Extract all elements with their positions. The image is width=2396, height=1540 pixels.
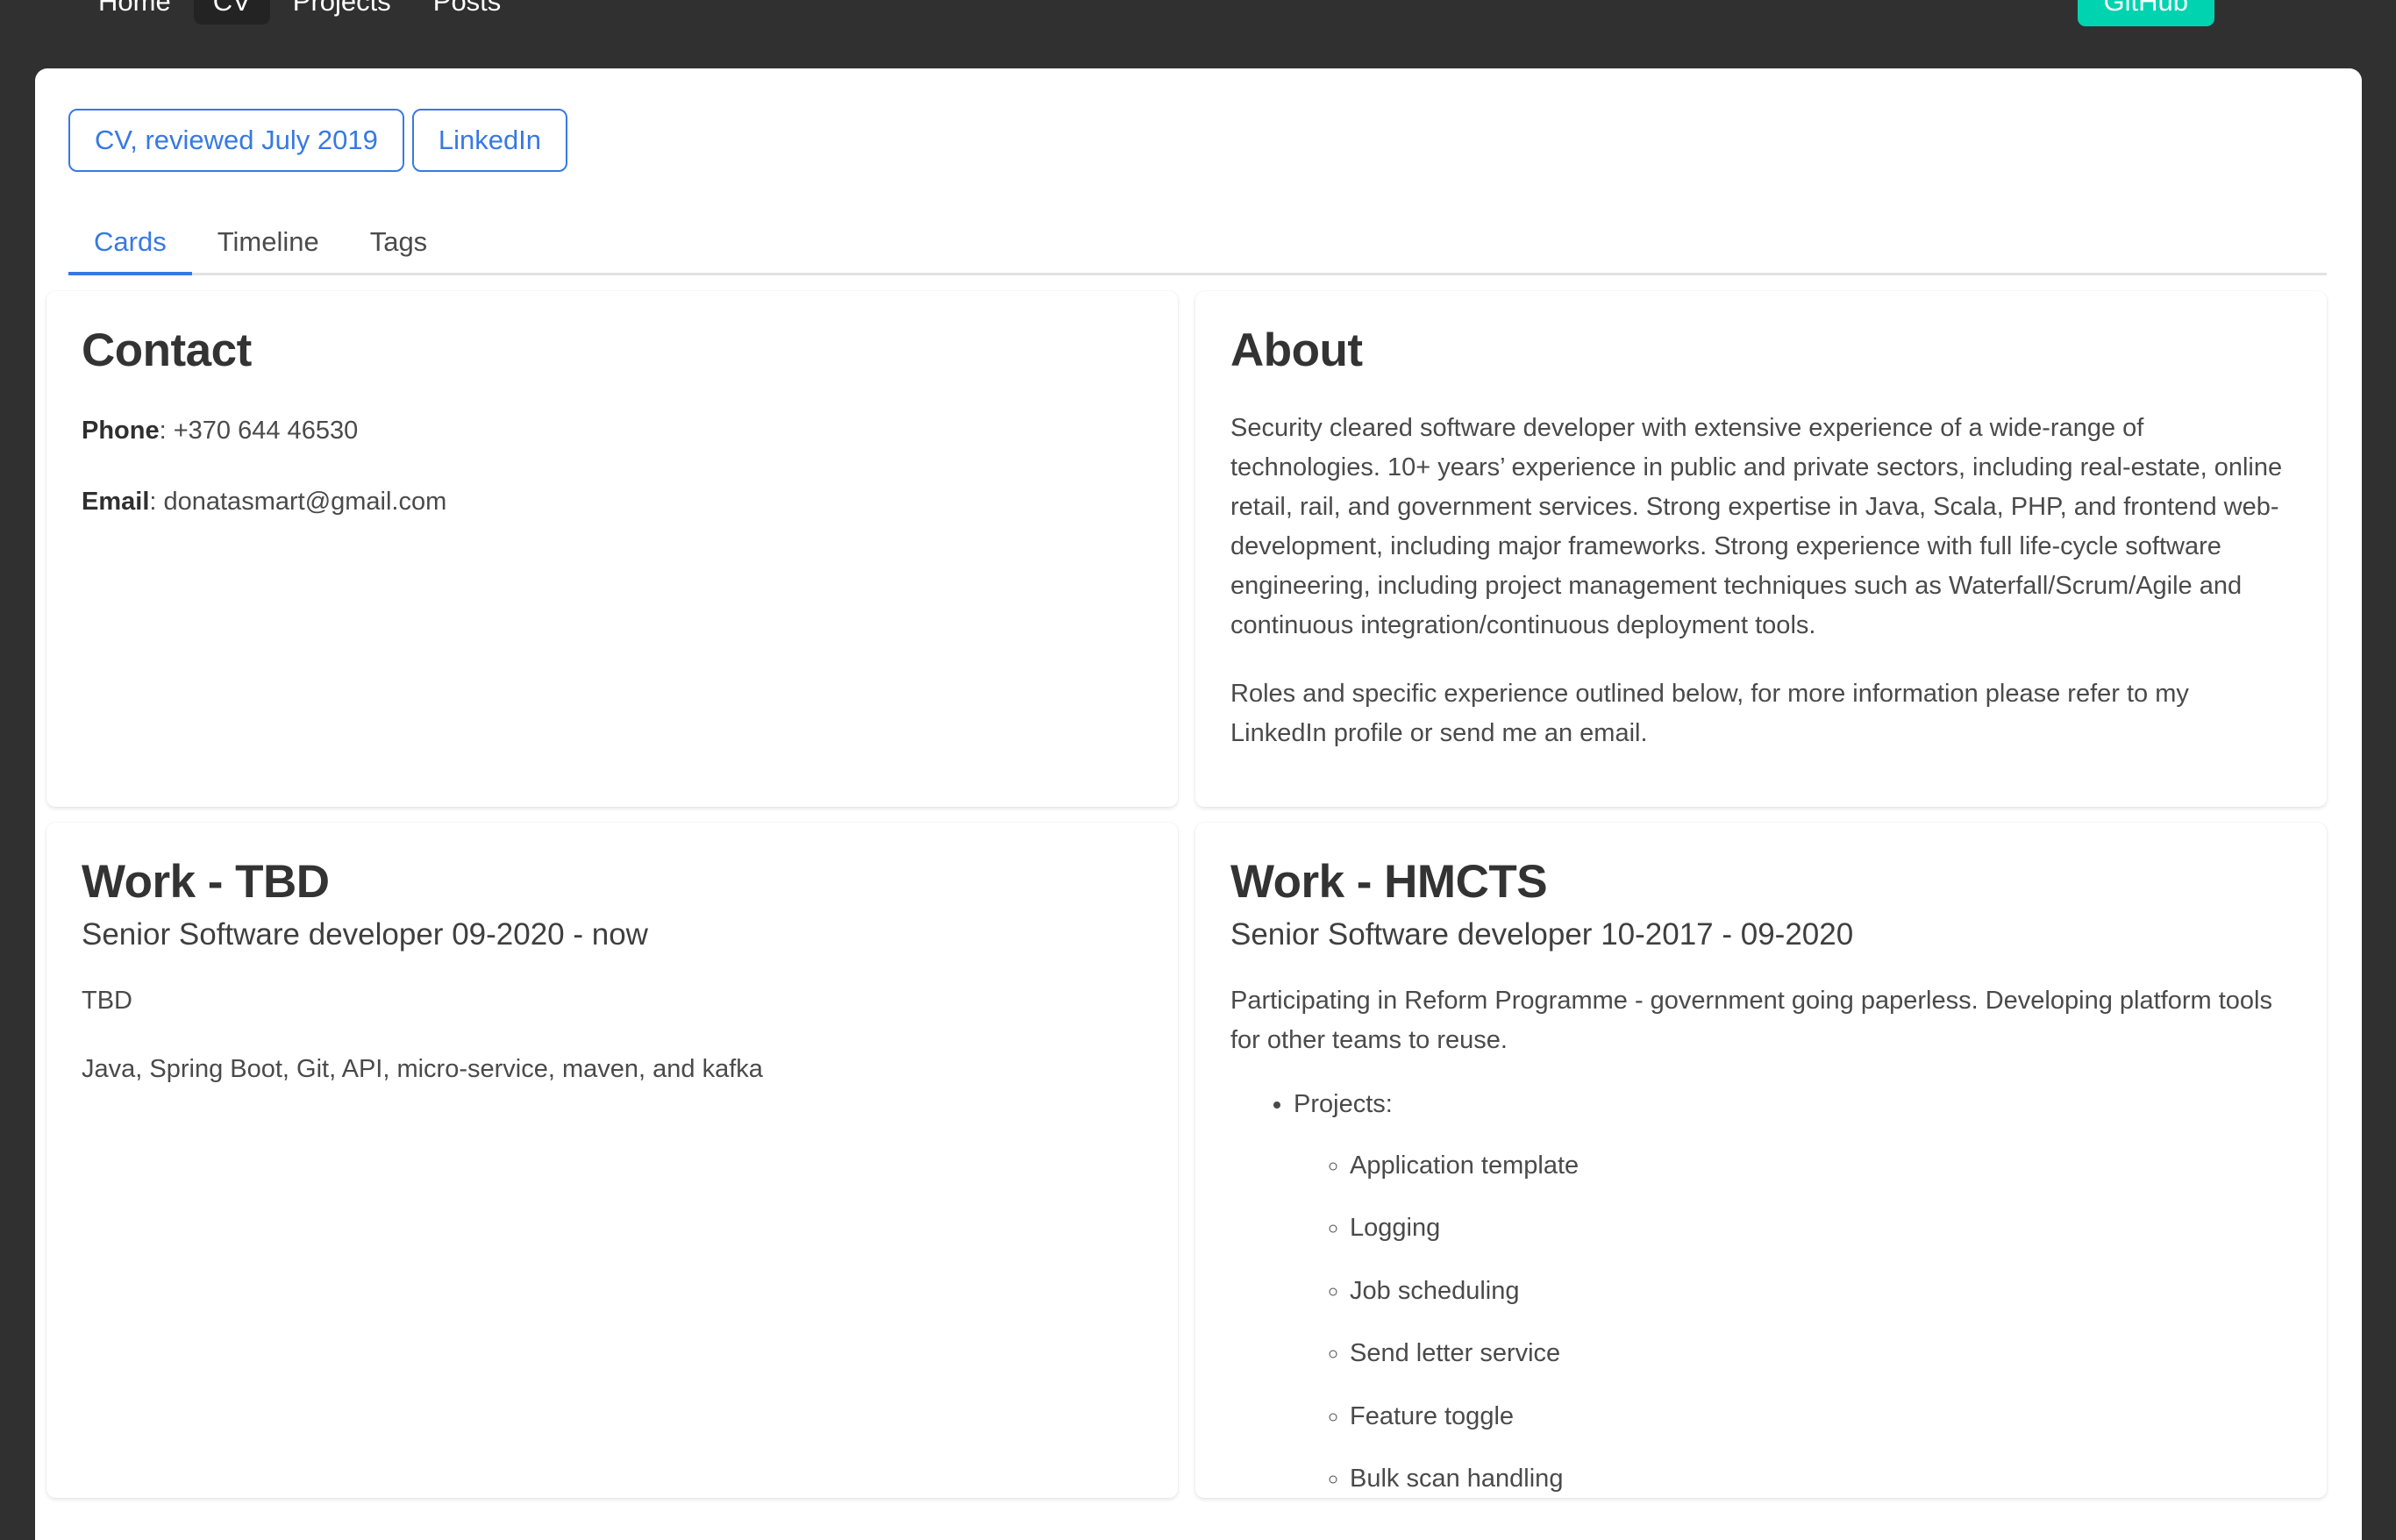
list-item: Send letter service	[1350, 1335, 2292, 1373]
about-card: About Security cleared software develope…	[1195, 291, 2327, 808]
page-content-container: CV, reviewed July 2019 LinkedIn Cards Ti…	[35, 68, 2362, 1540]
work-hmcts-project-sublist: Application template Logging Job schedul…	[1294, 1147, 2292, 1498]
nav-item-posts[interactable]: Posts	[414, 0, 521, 25]
work-hmcts-card: Work - HMCTS Senior Software developer 1…	[1195, 823, 2327, 1499]
nav-actions: GitHub	[2077, 0, 2214, 27]
email-label: Email	[82, 487, 150, 516]
work-hmcts-paragraph-1: Participating in Reform Programme - gove…	[1230, 987, 2272, 1055]
work-tbd-card: Work - TBD Senior Software developer 09-…	[46, 823, 1178, 1499]
about-paragraph-2: Roles and specific experience outlined b…	[1230, 679, 2189, 747]
work-hmcts-title: Work - HMCTS	[1230, 856, 1548, 909]
list-item: Job scheduling	[1350, 1273, 2292, 1311]
nav-item-cv[interactable]: CV	[193, 0, 270, 25]
contact-phone-line: Phone: +370 644 46530	[82, 411, 1143, 451]
list-item: Projects: Application template Logging J…	[1294, 1086, 2292, 1498]
list-item: Feature toggle	[1350, 1398, 2292, 1437]
tab-tags[interactable]: Tags	[345, 216, 453, 274]
tab-cards[interactable]: Cards	[68, 216, 192, 275]
card-row-two: Work - TBD Senior Software developer 09-…	[35, 823, 2362, 1499]
card-row-one: Contact Phone: +370 644 46530 Email: don…	[35, 291, 2362, 808]
work-tbd-paragraph-1: TBD	[82, 987, 132, 1016]
work-hmcts-subtitle: Senior Software developer 10-2017 - 09-2…	[1230, 916, 1854, 952]
contact-card-title: Contact	[82, 324, 252, 377]
tab-timeline[interactable]: Timeline	[192, 216, 345, 274]
work-tbd-paragraph-2: Java, Spring Boot, Git, API, micro-servi…	[82, 1055, 763, 1084]
list-item: Bulk scan handling	[1350, 1460, 2292, 1498]
list-item: Application template	[1350, 1147, 2292, 1186]
projects-label: Projects:	[1294, 1090, 1393, 1119]
action-button-group: CV, reviewed July 2019 LinkedIn	[35, 68, 2362, 172]
contact-email-line: Email: donatasmart@gmail.com	[82, 482, 1143, 522]
contact-card: Contact Phone: +370 644 46530 Email: don…	[46, 291, 1178, 808]
linkedin-button[interactable]: LinkedIn	[411, 109, 568, 172]
phone-label: Phone	[82, 416, 160, 445]
list-item: Logging	[1350, 1209, 2292, 1248]
work-tbd-subtitle: Senior Software developer 09-2020 - now	[82, 916, 648, 952]
top-navigation-bar: Home CV Projects Posts GitHub	[0, 0, 2396, 33]
nav-item-projects[interactable]: Projects	[274, 0, 410, 25]
nav-item-home[interactable]: Home	[79, 0, 190, 25]
github-button[interactable]: GitHub	[2077, 0, 2214, 27]
about-card-title: About	[1230, 324, 1363, 377]
work-hmcts-projects-list: Projects: Application template Logging J…	[1230, 1086, 2292, 1498]
cv-reviewed-button[interactable]: CV, reviewed July 2019	[68, 109, 404, 172]
work-tbd-title: Work - TBD	[82, 856, 330, 909]
view-tabs: Cards Timeline Tags	[68, 216, 2327, 276]
email-value: : donatasmart@gmail.com	[149, 487, 447, 516]
about-paragraph-1: Security cleared software developer with…	[1230, 413, 2283, 639]
nav-links: Home CV Projects Posts	[79, 0, 520, 25]
phone-value: : +370 644 46530	[159, 416, 359, 445]
